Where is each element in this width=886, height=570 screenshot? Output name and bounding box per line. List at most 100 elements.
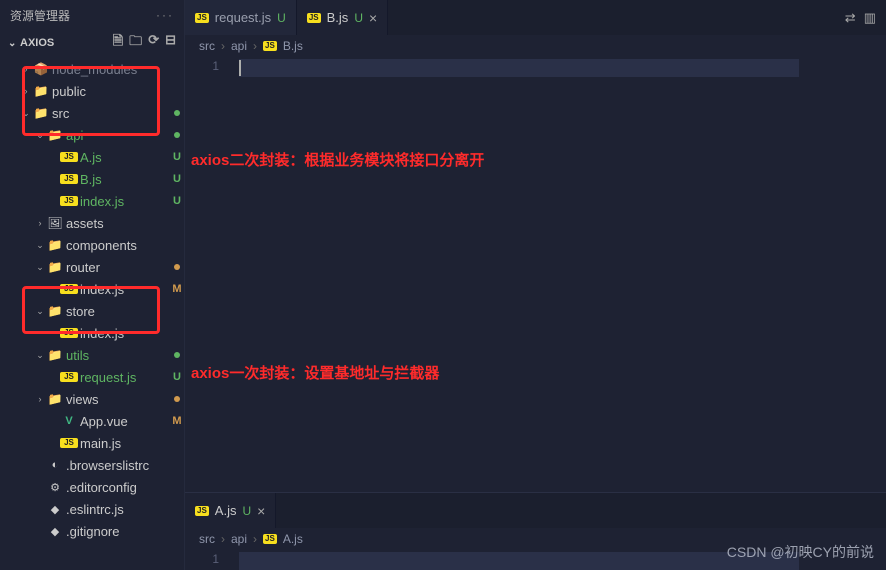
new-folder-icon[interactable]: 🗀 [129, 32, 142, 54]
file-icon: JS [60, 196, 78, 206]
file-icon: JS [60, 284, 78, 294]
file-name: public [50, 84, 170, 99]
file-name: assets [64, 216, 170, 231]
tree-item[interactable]: ◆.gitignore [0, 520, 184, 542]
file-icon: 📁 [32, 106, 50, 120]
watermark: CSDN @初映CY的前说 [727, 542, 874, 562]
git-status: M [170, 283, 184, 295]
file-icon: JS [60, 328, 78, 338]
chevron-down-icon: ⌄ [8, 38, 20, 49]
file-icon: JS [60, 152, 78, 162]
file-icon: 📁 [32, 84, 50, 98]
file-name: index.js [78, 282, 170, 297]
file-name: index.js [78, 194, 170, 209]
tree-item[interactable]: JSindex.js [0, 322, 184, 344]
js-icon: JS [307, 13, 321, 23]
file-icon: ⚙ [46, 481, 64, 494]
tree-item[interactable]: ◆.eslintrc.js [0, 498, 184, 520]
refresh-icon[interactable]: ⟳ [148, 32, 159, 54]
tab-label: A.js [215, 503, 237, 518]
file-icon: JS [60, 372, 78, 382]
tree-item[interactable]: ⌄📁router [0, 256, 184, 278]
tab-a-js[interactable]: JS A.js U × [185, 493, 276, 528]
status-u: U [242, 504, 251, 518]
tree-item[interactable]: ⌄📁utils [0, 344, 184, 366]
file-name: api [64, 128, 170, 143]
tree-item[interactable]: JSA.jsU [0, 146, 184, 168]
tree-item[interactable]: JSB.jsU [0, 168, 184, 190]
annotation-2: axios一次封装：设置基地址与拦截器 [191, 362, 439, 383]
js-icon: JS [263, 534, 277, 544]
tree-item[interactable]: ⌄📁store [0, 300, 184, 322]
file-icon: 🖼 [46, 216, 64, 230]
file-name: views [64, 392, 170, 407]
file-name: components [64, 238, 170, 253]
file-name: .gitignore [64, 524, 170, 539]
chevron-icon: › [34, 218, 46, 228]
gutter: 1 [185, 57, 235, 492]
file-name: main.js [78, 436, 170, 451]
tree-item[interactable]: JSindex.jsU [0, 190, 184, 212]
chevron-icon: ⌄ [20, 108, 32, 119]
js-icon: JS [195, 506, 209, 516]
file-icon: 📁 [46, 392, 64, 406]
editor-area: JS request.js U JS B.js U × ⇄ ▥ src› api… [185, 0, 886, 570]
new-file-icon[interactable]: 🗎 [113, 32, 123, 54]
tree-item[interactable]: ⌄📁api [0, 124, 184, 146]
tree-item[interactable]: ›🖼assets [0, 212, 184, 234]
chevron-icon: ⌄ [34, 350, 46, 361]
chevron-icon: ⌄ [34, 130, 46, 141]
tab-bar-1: JS request.js U JS B.js U × ⇄ ▥ [185, 0, 886, 35]
file-icon: 📁 [46, 304, 64, 318]
tree-item[interactable]: ⌄📁components [0, 234, 184, 256]
close-icon[interactable]: × [369, 10, 377, 26]
tab-request-js[interactable]: JS request.js U [185, 0, 297, 35]
close-icon[interactable]: × [257, 503, 265, 519]
cursor [239, 60, 241, 76]
chevron-icon: › [34, 394, 46, 404]
tree-item[interactable]: ⌄📁src [0, 102, 184, 124]
tree-item[interactable]: JSindex.jsM [0, 278, 184, 300]
file-icon: JS [60, 174, 78, 184]
tree-item[interactable]: ›📁views [0, 388, 184, 410]
tree-item[interactable]: JSmain.js [0, 432, 184, 454]
status-u: U [277, 11, 286, 25]
file-name: utils [64, 348, 170, 363]
file-name: App.vue [78, 414, 170, 429]
tab-b-js[interactable]: JS B.js U × [297, 0, 388, 35]
status-u: U [354, 11, 363, 25]
breadcrumb-1[interactable]: src› api› JS B.js [185, 35, 886, 57]
file-icon: JS [60, 438, 78, 448]
compare-icon[interactable]: ⇄ [845, 10, 856, 26]
file-icon: 📁 [46, 128, 64, 142]
chevron-icon: › [20, 64, 32, 74]
project-row[interactable]: ⌄ AXIOS 🗎 🗀 ⟳ ⊟ [0, 30, 184, 56]
tree-item[interactable]: ›📁public [0, 80, 184, 102]
sidebar: 资源管理器 ··· ⌄ AXIOS 🗎 🗀 ⟳ ⊟ ›📦node_modules… [0, 0, 185, 570]
file-icon: 📁 [46, 348, 64, 362]
split-icon[interactable]: ▥ [864, 10, 876, 26]
editor-pane-1[interactable]: 1 axios二次封装：根据业务模块将接口分离开 [185, 57, 886, 492]
file-icon: 📦 [32, 62, 50, 76]
collapse-icon[interactable]: ⊟ [165, 32, 176, 54]
file-name: node_modules [50, 62, 170, 77]
explorer-header: 资源管理器 ··· [0, 0, 184, 30]
tree-item[interactable]: ⚙.editorconfig [0, 476, 184, 498]
file-icon: 📁 [46, 238, 64, 252]
tree-item[interactable]: JSrequest.jsU [0, 366, 184, 388]
gutter: 1 [185, 550, 235, 570]
tree-item[interactable]: ›📦node_modules [0, 58, 184, 80]
more-icon[interactable]: ··· [156, 8, 174, 22]
code-area[interactable] [235, 57, 886, 492]
project-name: AXIOS [20, 37, 54, 49]
file-name: B.js [78, 172, 170, 187]
chevron-icon: ⌄ [34, 240, 46, 251]
tree-item[interactable]: VApp.vueM [0, 410, 184, 432]
git-status: U [170, 151, 184, 163]
file-icon: ◆ [46, 503, 64, 516]
chevron-icon: ⌄ [34, 306, 46, 317]
git-status: U [170, 195, 184, 207]
tab-label: request.js [215, 10, 271, 25]
file-name: A.js [78, 150, 170, 165]
tree-item[interactable]: ◐.browserslistrc [0, 454, 184, 476]
